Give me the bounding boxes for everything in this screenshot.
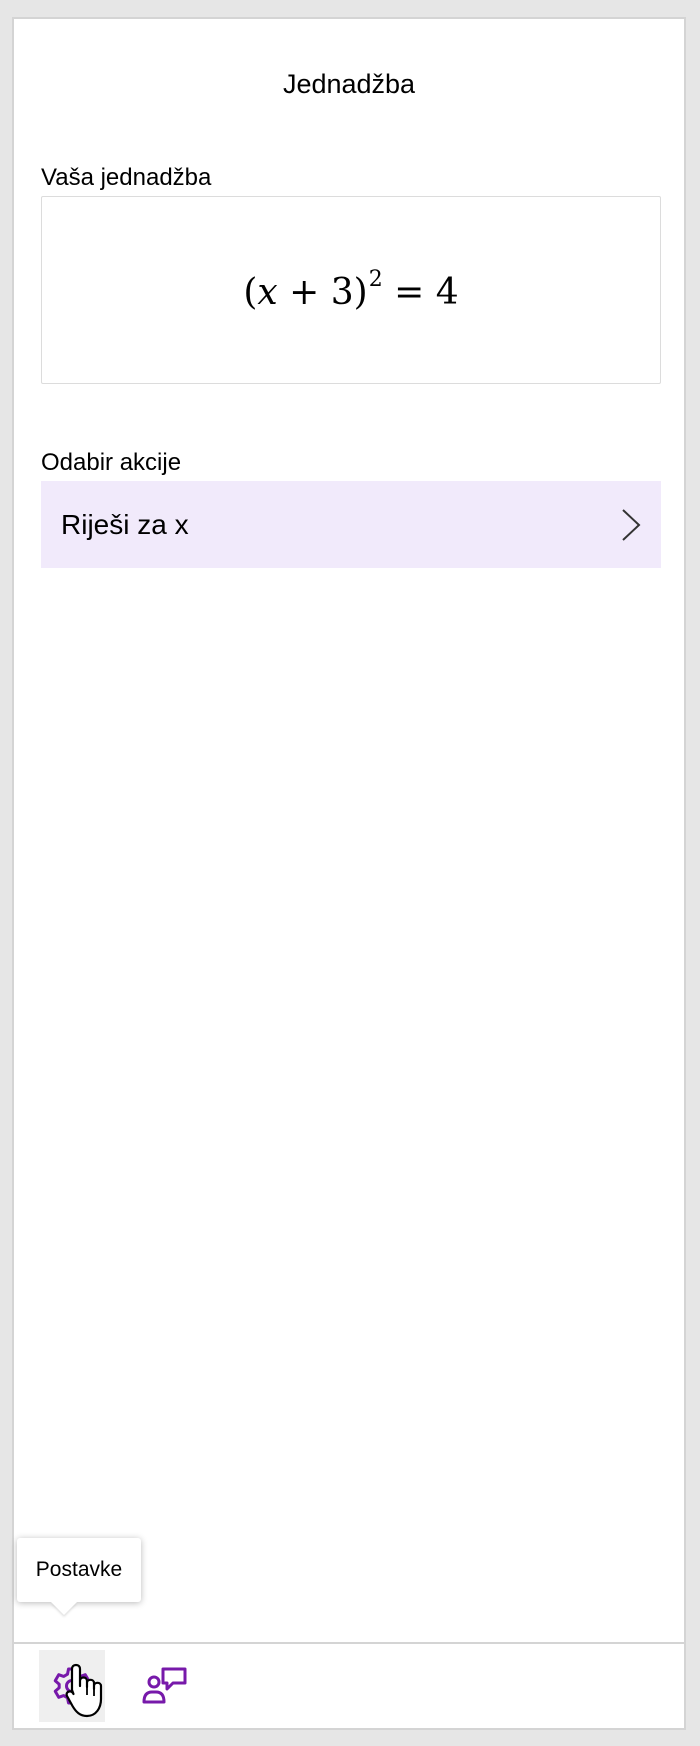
bottom-toolbar [14, 1642, 684, 1732]
pane-title: Jednadžba [282, 69, 416, 99]
action-label: Odabir akcije [41, 449, 182, 476]
eq-equals: = [382, 272, 436, 313]
feedback-button[interactable] [132, 1650, 198, 1722]
solve-for-x-button[interactable]: Riješi za x [41, 481, 661, 568]
chevron-right-icon [622, 509, 641, 541]
person-feedback-icon [142, 1667, 187, 1704]
eq-variable: x [257, 272, 278, 313]
eq-constant: 3 [330, 272, 354, 313]
hand-cursor-icon [65, 1663, 103, 1718]
eq-close-paren: ) [353, 272, 368, 313]
eq-open-paren: ( [243, 272, 258, 313]
solve-for-x-label: Riješi za x [61, 508, 189, 540]
eq-rhs: 4 [435, 272, 459, 313]
settings-tooltip: Postavke [17, 1538, 141, 1602]
equation-box: (x + 3)2 = 4 [41, 196, 661, 384]
equation-label: Vaša jednadžba [41, 164, 212, 191]
math-pane: Jednadžba Vaša jednadžba (x + 3)2 = 4 Od… [12, 17, 686, 1730]
eq-operator: + [277, 272, 331, 313]
eq-exponent: 2 [368, 267, 383, 292]
equation-display: (x + 3)2 = 4 [243, 267, 458, 313]
